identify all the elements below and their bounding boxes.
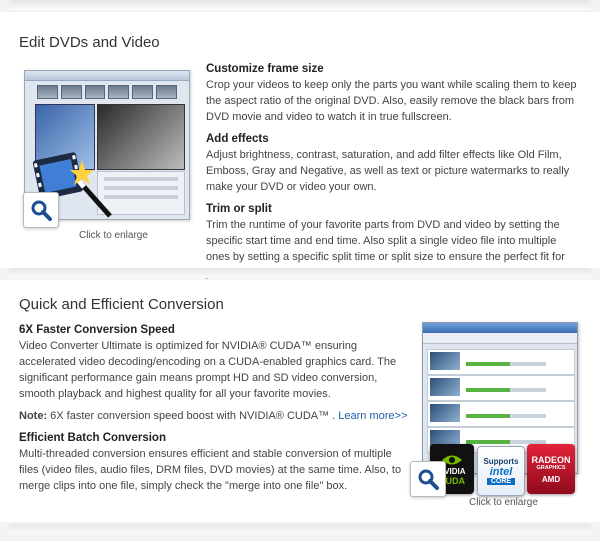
feature-desc: Crop your videos to keep only the parts … <box>206 79 577 123</box>
supports-label: Supports <box>483 457 519 466</box>
magnifier-icon <box>31 200 52 221</box>
learn-more-link[interactable]: Learn more>> <box>338 410 407 422</box>
page: Edit DVDs and Video Click to enlarge Cus… <box>0 0 600 541</box>
enlarge-caption[interactable]: Click to enlarge <box>79 230 148 241</box>
features-list: Customize frame size Crop your videos to… <box>206 61 578 287</box>
feature-title: Efficient Batch Conversion <box>19 432 166 444</box>
graphics-label: GRAPHICS <box>536 464 566 471</box>
queue-row <box>427 401 575 427</box>
thumbnail-strip <box>37 85 177 99</box>
intel-core-badge: Supports intel CORE <box>477 446 525 496</box>
note-text: 6X faster conversion speed boost with NV… <box>47 410 339 422</box>
queue-row <box>427 349 575 375</box>
note-label: Note: <box>19 410 48 422</box>
feature-desc: Video Converter Ultimate is optimized fo… <box>19 340 397 400</box>
core-label: CORE <box>486 478 516 485</box>
enlarge-button[interactable] <box>410 461 446 497</box>
amd-radeon-badge: RADEON GRAPHICS AMD <box>527 444 575 494</box>
window-titlebar <box>423 323 577 333</box>
intel-name: intel <box>489 466 513 478</box>
bottom-separator <box>8 524 592 534</box>
feature-desc: Multi-threaded conversion ensures effici… <box>19 448 402 492</box>
window-titlebar <box>25 71 189 81</box>
queue-row <box>427 375 575 401</box>
top-separator <box>8 0 592 10</box>
radeon-name: RADEON <box>531 454 571 465</box>
cuda-note: Note: 6X faster conversion speed boost w… <box>19 408 414 424</box>
enlarge-caption[interactable]: Click to enlarge <box>469 497 538 508</box>
magnifier-icon <box>418 469 439 490</box>
section1-title: Edit DVDs and Video <box>19 34 160 51</box>
middle-separator <box>8 268 592 278</box>
window-toolbar <box>423 333 577 344</box>
feature-title: Trim or split <box>206 203 272 215</box>
section2-title: Quick and Efficient Conversion <box>19 296 224 313</box>
enlarge-button[interactable] <box>23 192 59 228</box>
amd-label: AMD <box>541 474 561 484</box>
feature-title: Customize frame size <box>206 63 324 75</box>
feature-title: 6X Faster Conversion Speed <box>19 324 175 336</box>
feature-desc: Adjust brightness, contrast, saturation,… <box>206 149 570 193</box>
feature-title: Add effects <box>206 133 269 145</box>
conversion-features: 6X Faster Conversion Speed Video Convert… <box>19 322 414 500</box>
